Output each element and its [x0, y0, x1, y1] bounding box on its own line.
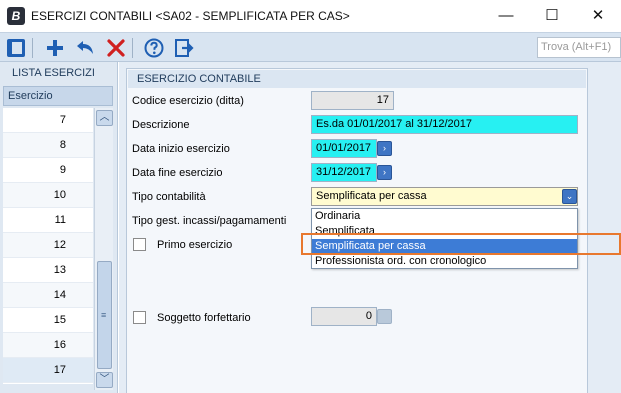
- column-header-esercizio[interactable]: Esercizio: [3, 86, 113, 106]
- scroll-up-icon[interactable]: ︿: [96, 110, 113, 126]
- primo-esercizio-label: Primo esercizio: [157, 239, 233, 251]
- primo-esercizio-checkbox[interactable]: [133, 238, 146, 251]
- list-item[interactable]: 13: [3, 258, 93, 283]
- add-button[interactable]: [43, 36, 67, 60]
- sidebar-icon: [7, 39, 25, 57]
- list-item[interactable]: 9: [3, 158, 93, 183]
- toolbar-separator: [32, 38, 33, 58]
- title-bar: B ESERCIZI CONTABILI <SA02 - SEMPLIFICAT…: [0, 0, 621, 32]
- delete-button[interactable]: [104, 36, 128, 60]
- list-panel-header: LISTA ESERCIZI: [12, 67, 95, 79]
- list-item[interactable]: 12: [3, 233, 93, 258]
- app-logo-icon: B: [7, 7, 25, 25]
- data-inizio-field[interactable]: 01/01/2017: [311, 139, 377, 158]
- dropdown-option[interactable]: Professionista ord. con cronologico: [312, 254, 577, 269]
- list-item[interactable]: 14: [3, 283, 93, 308]
- scroll-down-icon[interactable]: ﹀: [96, 372, 113, 388]
- minimize-button[interactable]: —: [483, 0, 529, 32]
- date-picker-icon[interactable]: ›: [377, 141, 392, 156]
- tipo-gest-label: Tipo gest. incassi/pagamamenti: [132, 215, 287, 227]
- toolbar: Trova (Alt+F1): [0, 32, 621, 62]
- codice-label: Codice esercizio (ditta): [132, 95, 244, 107]
- exit-icon: [175, 39, 194, 57]
- exercise-list: 7 8 9 10 11 12 13 14 15 16 17: [3, 108, 93, 384]
- undo-icon: [77, 41, 93, 54]
- close-button[interactable]: ✕: [575, 0, 621, 32]
- date-picker-icon[interactable]: ›: [377, 165, 392, 180]
- codice-field: 17: [311, 91, 394, 110]
- soggetto-value-field: 0: [311, 307, 377, 326]
- soggetto-forfettario-checkbox[interactable]: [133, 311, 146, 324]
- tipo-contabilita-select[interactable]: Semplificata per cassa: [311, 187, 578, 206]
- tipo-contabilita-label: Tipo contabilità: [132, 191, 206, 203]
- undo-button[interactable]: [73, 36, 97, 60]
- highlight-annotation: [301, 233, 621, 255]
- search-input[interactable]: Trova (Alt+F1): [537, 37, 621, 58]
- exercise-list-panel: LISTA ESERCIZI Esercizio 7 8 9 10 11 12 …: [0, 62, 118, 393]
- plus-icon: [47, 40, 63, 56]
- soggetto-forfettario-label: Soggetto forfettario: [157, 312, 251, 324]
- data-fine-field[interactable]: 31/12/2017: [311, 163, 377, 182]
- list-item-selected[interactable]: 17: [3, 358, 93, 383]
- help-icon: [144, 38, 164, 58]
- scrollbar-thumb[interactable]: ≡: [97, 261, 112, 369]
- x-icon: [107, 39, 125, 57]
- list-item[interactable]: 11: [3, 208, 93, 233]
- descrizione-field[interactable]: Es.da 01/01/2017 al 31/12/2017: [311, 115, 578, 134]
- list-item[interactable]: 8: [3, 133, 93, 158]
- group-title: ESERCIZIO CONTABILE: [128, 70, 586, 88]
- toolbar-separator: [132, 38, 133, 58]
- panel-toggle-button[interactable]: [4, 36, 28, 60]
- chevron-down-icon[interactable]: ⌄: [562, 189, 577, 204]
- exit-button[interactable]: [172, 36, 196, 60]
- form-scroll-track: [597, 62, 621, 393]
- list-item[interactable]: 10: [3, 183, 93, 208]
- data-fine-label: Data fine esercizio: [132, 167, 223, 179]
- list-item[interactable]: 16: [3, 333, 93, 358]
- descrizione-label: Descrizione: [132, 119, 190, 131]
- list-scrollbar[interactable]: ︿ ≡ ﹀: [94, 108, 113, 390]
- help-button[interactable]: [142, 36, 166, 60]
- data-inizio-label: Data inizio esercizio: [132, 143, 230, 155]
- maximize-button[interactable]: ☐: [529, 0, 575, 32]
- window-title: ESERCIZI CONTABILI <SA02 - SEMPLIFICATA …: [31, 9, 350, 23]
- grip-icon: ≡: [101, 310, 107, 320]
- list-item[interactable]: 7: [3, 108, 93, 133]
- spinner-icon[interactable]: [377, 309, 392, 324]
- list-item[interactable]: 15: [3, 308, 93, 333]
- dropdown-option[interactable]: Ordinaria: [312, 209, 577, 224]
